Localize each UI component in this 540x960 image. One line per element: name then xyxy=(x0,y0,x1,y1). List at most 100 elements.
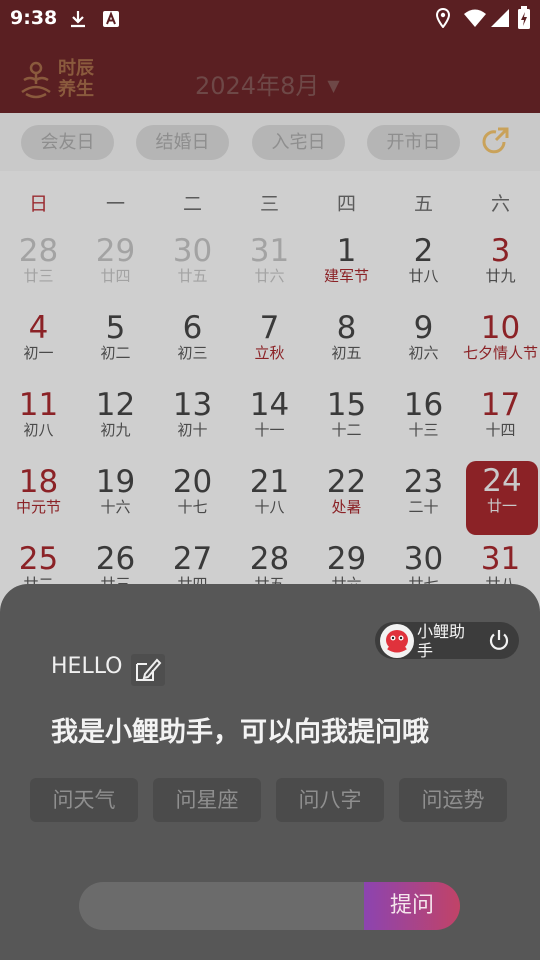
font-icon xyxy=(103,11,119,27)
day-cell[interactable]: 23 二十 xyxy=(385,466,462,543)
day-number: 18 xyxy=(18,464,59,500)
lunar-date: 初二 xyxy=(100,344,131,362)
day-cell[interactable]: 6 初三 xyxy=(154,312,231,389)
lunar-date: 十二 xyxy=(331,421,362,439)
battery-icon xyxy=(518,6,530,29)
lunar-date: 廿一 xyxy=(486,497,517,515)
weekday-fri: 五 xyxy=(413,193,433,215)
day-cell[interactable]: 19 十六 xyxy=(77,466,154,543)
day-cell[interactable]: 29 廿四 xyxy=(77,235,154,312)
day-number: 10 xyxy=(480,310,521,346)
share-refresh-icon[interactable] xyxy=(480,126,510,156)
day-cell[interactable]: 17 十四 xyxy=(462,389,539,466)
day-number: 3 xyxy=(490,233,511,269)
day-cell[interactable]: 3 廿九 xyxy=(462,235,539,312)
lunar-date: 十八 xyxy=(254,498,285,516)
ask-bazi-button[interactable]: 问八字 xyxy=(276,778,384,822)
lunar-date: 中元节 xyxy=(15,498,61,516)
day-number: 28 xyxy=(18,233,59,269)
weekday-wed: 三 xyxy=(259,193,279,215)
day-number: 1 xyxy=(336,233,357,269)
lunar-date: 立秋 xyxy=(254,344,285,362)
weekday-tue: 二 xyxy=(182,193,202,215)
day-number: 5 xyxy=(105,310,126,346)
chip-opening-day[interactable]: 开市日 xyxy=(367,125,460,160)
weekday-mon: 一 xyxy=(105,193,125,215)
power-icon[interactable] xyxy=(487,628,511,652)
logo-line-1: 时辰 xyxy=(58,58,94,79)
day-number: 17 xyxy=(480,387,521,423)
lunar-date: 十七 xyxy=(177,498,208,516)
question-input[interactable] xyxy=(79,882,379,930)
signal-icon xyxy=(491,9,509,27)
chip-move-in-day[interactable]: 入宅日 xyxy=(252,125,345,160)
day-number: 13 xyxy=(172,387,213,423)
lunar-date: 廿四 xyxy=(100,267,131,285)
meditation-logo-icon[interactable] xyxy=(18,60,54,100)
day-cell[interactable]: 10 七夕情人节 xyxy=(462,312,539,389)
day-cell[interactable]: 2 廿八 xyxy=(385,235,462,312)
month-selector[interactable]: 2024年8月 ▼ xyxy=(195,66,340,101)
day-cell[interactable]: 28 廿三 xyxy=(0,235,77,312)
day-cell[interactable]: 1 建军节 xyxy=(308,235,385,312)
ask-fortune-button[interactable]: 问运势 xyxy=(399,778,507,822)
day-number: 14 xyxy=(249,387,290,423)
chip-friend-day[interactable]: 会友日 xyxy=(21,125,114,160)
day-number: 29 xyxy=(326,541,367,577)
day-cell[interactable]: 13 初十 xyxy=(154,389,231,466)
day-cell[interactable]: 31 廿六 xyxy=(231,235,308,312)
day-cell[interactable]: 5 初二 xyxy=(77,312,154,389)
day-cell[interactable]: 11 初八 xyxy=(0,389,77,466)
day-number: 22 xyxy=(326,464,367,500)
ask-weather-button[interactable]: 问天气 xyxy=(30,778,138,822)
day-cell[interactable]: 18 中元节 xyxy=(0,466,77,543)
lunar-date: 初五 xyxy=(331,344,362,362)
lunar-date: 初九 xyxy=(100,421,131,439)
lunar-date: 廿六 xyxy=(254,267,285,285)
ask-horoscope-button[interactable]: 问星座 xyxy=(153,778,261,822)
day-cell[interactable]: 15 十二 xyxy=(308,389,385,466)
day-number: 23 xyxy=(403,464,444,500)
day-number: 31 xyxy=(480,541,521,577)
day-cell[interactable]: 22 处暑 xyxy=(308,466,385,543)
greeting-text: HELLO xyxy=(51,654,123,679)
chip-wedding-day[interactable]: 结婚日 xyxy=(136,125,229,160)
day-number: 30 xyxy=(172,233,213,269)
weekday-sat: 六 xyxy=(490,193,510,215)
day-cell[interactable]: 12 初九 xyxy=(77,389,154,466)
lunar-date: 初十 xyxy=(177,421,208,439)
day-cell[interactable]: 20 十七 xyxy=(154,466,231,543)
assistant-toggle-label: 小鲤助手 xyxy=(417,622,466,659)
day-number: 30 xyxy=(403,541,444,577)
day-number: 7 xyxy=(259,310,280,346)
day-cell[interactable]: 8 初五 xyxy=(308,312,385,389)
day-number: 16 xyxy=(403,387,444,423)
day-cell[interactable]: 7 立秋 xyxy=(231,312,308,389)
day-number: 26 xyxy=(95,541,136,577)
day-number: 19 xyxy=(95,464,136,500)
day-cell[interactable]: 9 初六 xyxy=(385,312,462,389)
filter-chip-bar: 会友日 结婚日 入宅日 开市日 xyxy=(0,113,540,171)
wifi-icon xyxy=(464,9,486,27)
day-cell-today[interactable]: 24 廿一 xyxy=(466,461,538,535)
ask-button[interactable]: 提问 xyxy=(364,882,460,930)
day-cell[interactable]: 14 十一 xyxy=(231,389,308,466)
day-number: 8 xyxy=(336,310,357,346)
day-number: 27 xyxy=(172,541,213,577)
lunar-date: 廿九 xyxy=(485,267,516,285)
lunar-date: 初三 xyxy=(177,344,208,362)
day-cell[interactable]: 16 十三 xyxy=(385,389,462,466)
lunar-date: 十六 xyxy=(100,498,131,516)
weekday-sun: 日 xyxy=(28,193,48,215)
day-cell[interactable]: 21 十八 xyxy=(231,466,308,543)
lunar-date: 廿三 xyxy=(23,267,54,285)
day-cell[interactable]: 30 廿五 xyxy=(154,235,231,312)
edit-icon[interactable] xyxy=(131,654,165,686)
day-cell[interactable]: 4 初一 xyxy=(0,312,77,389)
day-number: 20 xyxy=(172,464,213,500)
lunar-date: 二十 xyxy=(408,498,439,516)
lunar-date: 初一 xyxy=(23,344,54,362)
day-number: 31 xyxy=(249,233,290,269)
day-number: 9 xyxy=(413,310,434,346)
weekday-thu: 四 xyxy=(336,193,356,215)
